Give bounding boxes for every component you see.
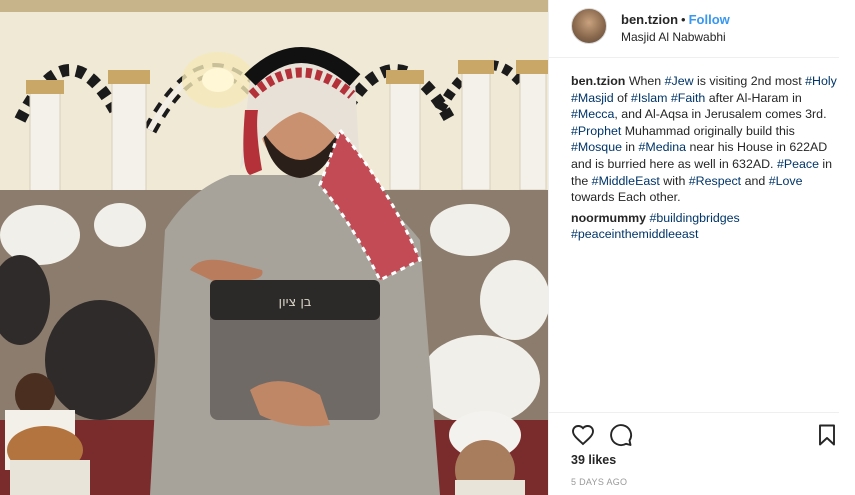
caption-text-segment: When: [628, 74, 665, 88]
caption-hashtag[interactable]: #Prophet: [571, 124, 621, 138]
follow-button[interactable]: Follow: [689, 12, 730, 27]
caption-hashtag[interactable]: #Medina: [639, 140, 687, 154]
caption-hashtag[interactable]: #Peace: [777, 157, 819, 171]
caption-text-segment: and: [741, 173, 769, 188]
like-count[interactable]: 39 likes: [571, 453, 616, 467]
caption-hashtag[interactable]: #Holy: [805, 74, 837, 88]
caption-username[interactable]: ben.tzion: [571, 74, 625, 88]
caption-body: When #Jew is visiting 2nd most #Holy #Ma…: [571, 74, 837, 204]
header-line: ben.tzion • Follow: [621, 12, 730, 27]
caption-hashtag[interactable]: #Faith: [671, 91, 705, 105]
caption-hashtag[interactable]: #Masjid: [571, 91, 614, 105]
comment: noormummy #buildingbridges #peaceinthemi…: [571, 210, 841, 243]
bag-monogram: בן ציון: [279, 295, 312, 310]
comment-hashtag[interactable]: #buildingbridges: [650, 211, 740, 225]
comment-username[interactable]: noormummy: [571, 211, 646, 225]
location-link[interactable]: Masjid Al Nabwabhi: [621, 30, 726, 44]
avatar[interactable]: [571, 8, 607, 44]
caption-text-segment: Muhammad originally build this: [621, 123, 795, 138]
caption-text-segment: , and Al-Aqsa in Jerusalem comes 3rd.: [614, 107, 827, 122]
post-photo[interactable]: בן ציון: [0, 0, 548, 495]
caption-text-segment: towards Each other.: [571, 190, 681, 205]
caption-hashtag[interactable]: #Islam: [631, 91, 668, 105]
post-timestamp: 5 DAYS AGO: [571, 477, 628, 487]
actions-bar: 39 likes 5 DAYS AGO: [549, 412, 839, 495]
post-header: ben.tzion • Follow Masjid Al Nabwabhi: [549, 0, 839, 58]
header-username[interactable]: ben.tzion: [621, 12, 678, 27]
separator-dot: •: [681, 12, 686, 27]
comment-hashtag[interactable]: #peaceinthemiddleeast: [571, 227, 698, 241]
caption-hashtag[interactable]: #Respect: [689, 174, 741, 188]
bookmark-icon[interactable]: [815, 423, 839, 447]
caption-text-segment: in: [621, 140, 639, 155]
caption-hashtag[interactable]: #Jew: [665, 74, 694, 88]
heart-icon[interactable]: [571, 423, 595, 447]
caption-hashtag[interactable]: #MiddleEast: [592, 174, 660, 188]
photo-image: בן ציון: [0, 0, 548, 495]
caption-text-segment: after Al-Haram in: [705, 90, 802, 105]
comment-icon[interactable]: [609, 423, 633, 447]
caption-text-segment: of: [613, 90, 631, 105]
caption-text-segment: is visiting 2nd most: [693, 74, 806, 88]
caption-hashtag[interactable]: #Love: [769, 174, 803, 188]
caption: ben.tzion When #Jew is visiting 2nd most…: [571, 73, 841, 243]
caption-text-segment: with: [659, 173, 689, 188]
caption-hashtag[interactable]: #Mecca: [571, 107, 614, 121]
post-sidebar: ben.tzion • Follow Masjid Al Nabwabhi ben.…: [548, 0, 855, 495]
caption-hashtag[interactable]: #Mosque: [571, 140, 622, 154]
caption-text: ben.tzion When #Jew is visiting 2nd most…: [571, 73, 841, 206]
